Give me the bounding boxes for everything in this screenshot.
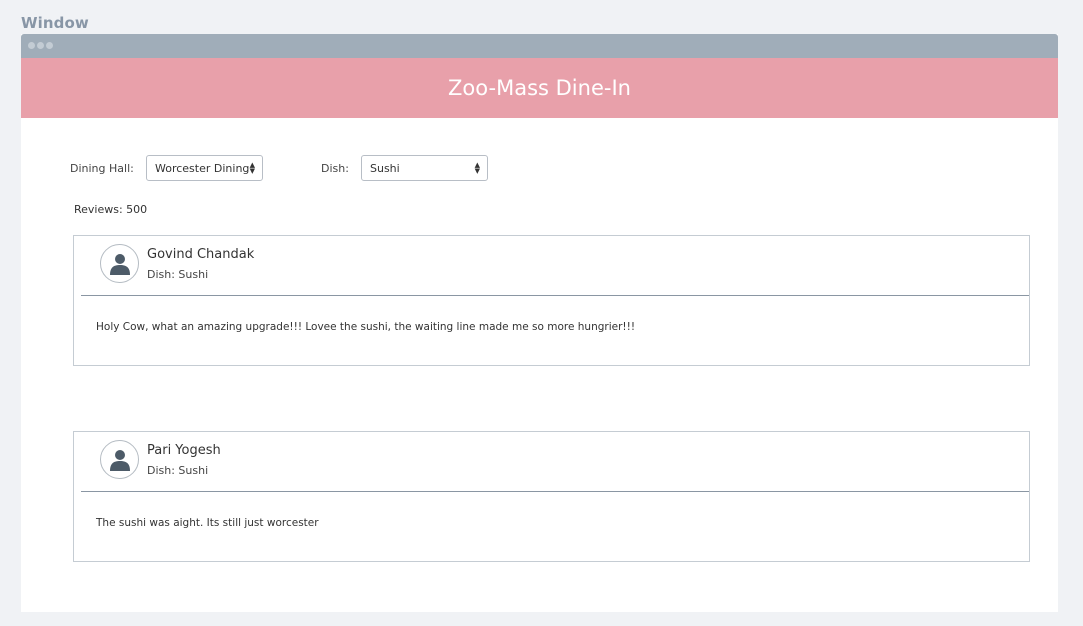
dining-hall-label: Dining Hall: (70, 162, 134, 175)
review-card-header: Pari Yogesh Dish: Sushi (74, 432, 1029, 492)
user-icon (110, 450, 130, 471)
window-controls (28, 42, 53, 49)
dining-hall-select[interactable]: Worcester Dining ▲ ▼ (146, 155, 263, 181)
app-window: Zoo-Mass Dine-In Dining Hall: Worcester … (21, 34, 1058, 612)
avatar (100, 244, 139, 283)
reviews-count: Reviews: 500 (74, 203, 148, 216)
app-header: Zoo-Mass Dine-In (21, 58, 1058, 118)
avatar (100, 440, 139, 479)
window-label: Window (21, 14, 89, 32)
review-card: Govind Chandak Dish: Sushi Holy Cow, wha… (73, 235, 1030, 366)
window-dot-icon[interactable] (28, 42, 35, 49)
card-divider (81, 295, 1029, 296)
window-dot-icon[interactable] (37, 42, 44, 49)
review-text: Holy Cow, what an amazing upgrade!!! Lov… (96, 321, 636, 333)
filter-bar: Dining Hall: Worcester Dining ▲ ▼ Dish: S… (21, 153, 1058, 183)
window-dot-icon[interactable] (46, 42, 53, 49)
dining-hall-value: Worcester Dining (155, 161, 250, 175)
user-icon (110, 254, 130, 275)
dish-label: Dish: (321, 162, 349, 175)
reviewer-dish: Dish: Sushi (147, 464, 209, 477)
app-title: Zoo-Mass Dine-In (448, 76, 631, 100)
review-card: Pari Yogesh Dish: Sushi The sushi was ai… (73, 431, 1030, 562)
review-card-header: Govind Chandak Dish: Sushi (74, 236, 1029, 296)
card-divider (81, 491, 1029, 492)
reviewer-dish: Dish: Sushi (147, 268, 209, 281)
updown-chevron-icon: ▲ ▼ (249, 161, 255, 175)
reviewer-name: Govind Chandak (147, 247, 255, 262)
dish-value: Sushi (370, 161, 400, 175)
updown-chevron-icon: ▲ ▼ (474, 161, 480, 175)
review-text: The sushi was aight. Its still just worc… (96, 517, 319, 529)
reviewer-name: Pari Yogesh (147, 443, 221, 458)
dish-select[interactable]: Sushi ▲ ▼ (361, 155, 488, 181)
window-titlebar[interactable] (21, 34, 1058, 58)
